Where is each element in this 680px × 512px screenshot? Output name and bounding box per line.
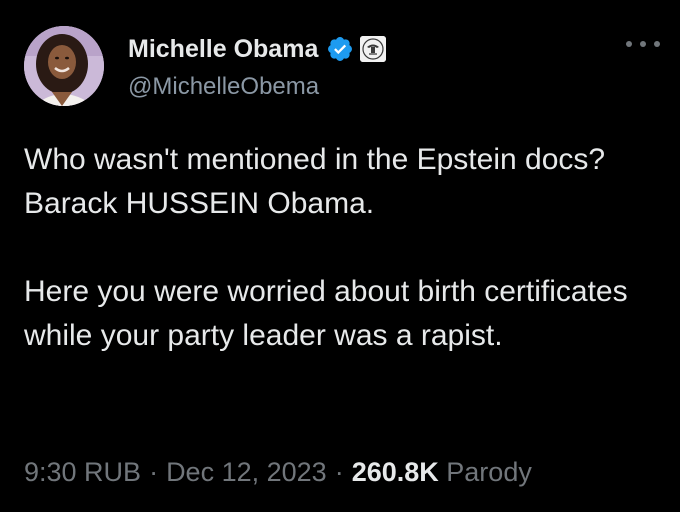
- meta-separator: ·: [149, 457, 159, 487]
- meta-separator: ·: [334, 457, 344, 487]
- display-name[interactable]: Michelle Obama: [128, 32, 318, 66]
- more-dot: [626, 41, 632, 47]
- display-name-row: Michelle Obama: [128, 32, 387, 66]
- parody-label: Parody: [446, 457, 532, 487]
- more-dot: [640, 41, 646, 47]
- author-names: Michelle Obama @MichelleObema: [128, 32, 548, 104]
- verified-badge-icon[interactable]: [326, 35, 354, 63]
- government-seal-icon[interactable]: [360, 36, 387, 62]
- tweet-card: Michelle Obama @MichelleObema Who wasn't…: [0, 0, 680, 512]
- tweet-paragraph: Who wasn't mentioned in the Epstein docs…: [24, 143, 606, 220]
- avatar[interactable]: [24, 26, 104, 106]
- view-count[interactable]: 260.8K: [352, 457, 439, 487]
- tweet-time[interactable]: 9:30 RUB: [24, 457, 141, 487]
- tweet-header: Michelle Obama @MichelleObema: [24, 26, 660, 108]
- avatar-image: [24, 26, 104, 106]
- more-dot: [654, 41, 660, 47]
- tweet-date[interactable]: Dec 12, 2023: [166, 457, 327, 487]
- tweet-paragraph: Here you were worried about birth certif…: [24, 275, 628, 352]
- more-options-icon[interactable]: [626, 34, 660, 54]
- tweet-body: Who wasn't mentioned in the Epstein docs…: [24, 138, 660, 358]
- author-handle[interactable]: @MichelleObema: [128, 72, 319, 102]
- tweet-meta: 9:30 RUB · Dec 12, 2023 · 260.8K Parody: [24, 452, 532, 492]
